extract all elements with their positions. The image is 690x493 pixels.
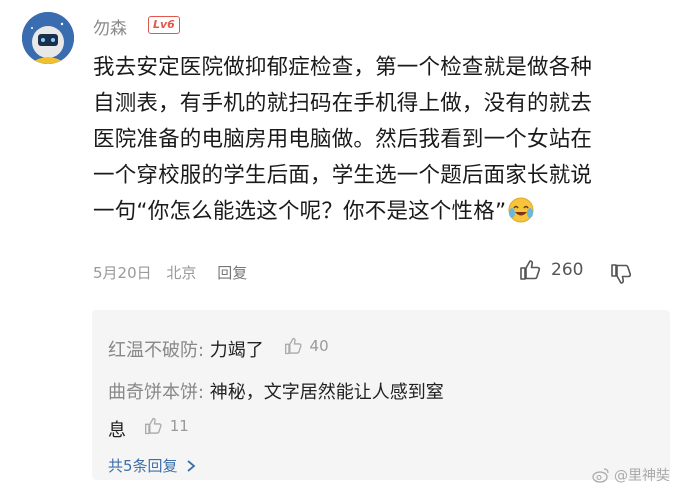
thumb-up-icon — [144, 417, 162, 435]
reply-button[interactable]: 回复 — [217, 264, 247, 282]
more-replies-label: 共5条回复 — [108, 457, 178, 475]
weibo-icon — [592, 468, 609, 483]
comment-line-last: 一句“你怎么能选这个呢？你不是这个性格” — [93, 194, 653, 230]
more-replies-link[interactable]: 共5条回复 — [108, 455, 196, 476]
reply-item[interactable]: 红温不破防: 力竭了 40 — [108, 336, 329, 362]
laughing-crying-emoji-icon — [508, 197, 534, 223]
reply-list: 红温不破防: 力竭了 40 曲奇饼本饼: 神秘，文字居然能让人感到窒 息 11 … — [92, 310, 670, 480]
reply-item[interactable]: 曲奇饼本饼: 神秘，文字居然能让人感到窒 — [108, 378, 444, 404]
watermark: @里神奘 — [592, 465, 670, 485]
comment-line: 自测表，有手机的就扫码在手机得上做，没有的就去 — [93, 91, 593, 116]
thumb-up-icon — [284, 337, 302, 355]
comment-line: 医院准备的电脑房用电脑做。然后我看到一个女站在 — [93, 127, 593, 152]
thumb-down-icon[interactable] — [610, 262, 634, 286]
comment-line: 我去安定医院做抑郁症检查，第一个检查就是做各种 — [93, 55, 593, 80]
reply-text-cont: 息 — [108, 420, 126, 441]
avatar[interactable] — [22, 12, 74, 64]
thumb-up-icon — [520, 260, 541, 280]
reply-text: 神秘，文字居然能让人感到窒 — [204, 382, 444, 403]
comment-line: 一个穿校服的学生后面，学生选一个题后面家长就说 — [93, 163, 593, 188]
like-button[interactable]: 260 — [519, 258, 583, 282]
comment-location: 北京 — [166, 264, 197, 282]
comment-date: 5月20日 — [93, 264, 152, 282]
comment-text: 我去安定医院做抑郁症检查，第一个检查就是做各种 自测表，有手机的就扫码在手机得上… — [93, 50, 653, 230]
reply-like-button[interactable]: 11 — [144, 416, 189, 436]
reply-like-count: 40 — [309, 337, 329, 355]
username[interactable]: 勿森 — [93, 14, 127, 39]
reply-author[interactable]: 红温不破防: — [108, 340, 204, 361]
reply-author[interactable]: 曲奇饼本饼: — [108, 382, 204, 403]
level-badge: Lv6 — [148, 16, 180, 34]
reply-like-count: 11 — [169, 417, 189, 435]
like-count: 260 — [551, 260, 584, 280]
reply-item-continued: 息 11 — [108, 416, 189, 442]
watermark-text: @里神奘 — [614, 468, 670, 484]
reply-text: 力竭了 — [204, 340, 264, 361]
chevron-right-icon — [187, 460, 196, 472]
comment-line-text: 一句“你怎么能选这个呢？你不是这个性格” — [93, 199, 507, 224]
comment-meta: 5月20日 北京 回复 — [93, 262, 257, 283]
reply-like-button[interactable]: 40 — [284, 336, 329, 356]
